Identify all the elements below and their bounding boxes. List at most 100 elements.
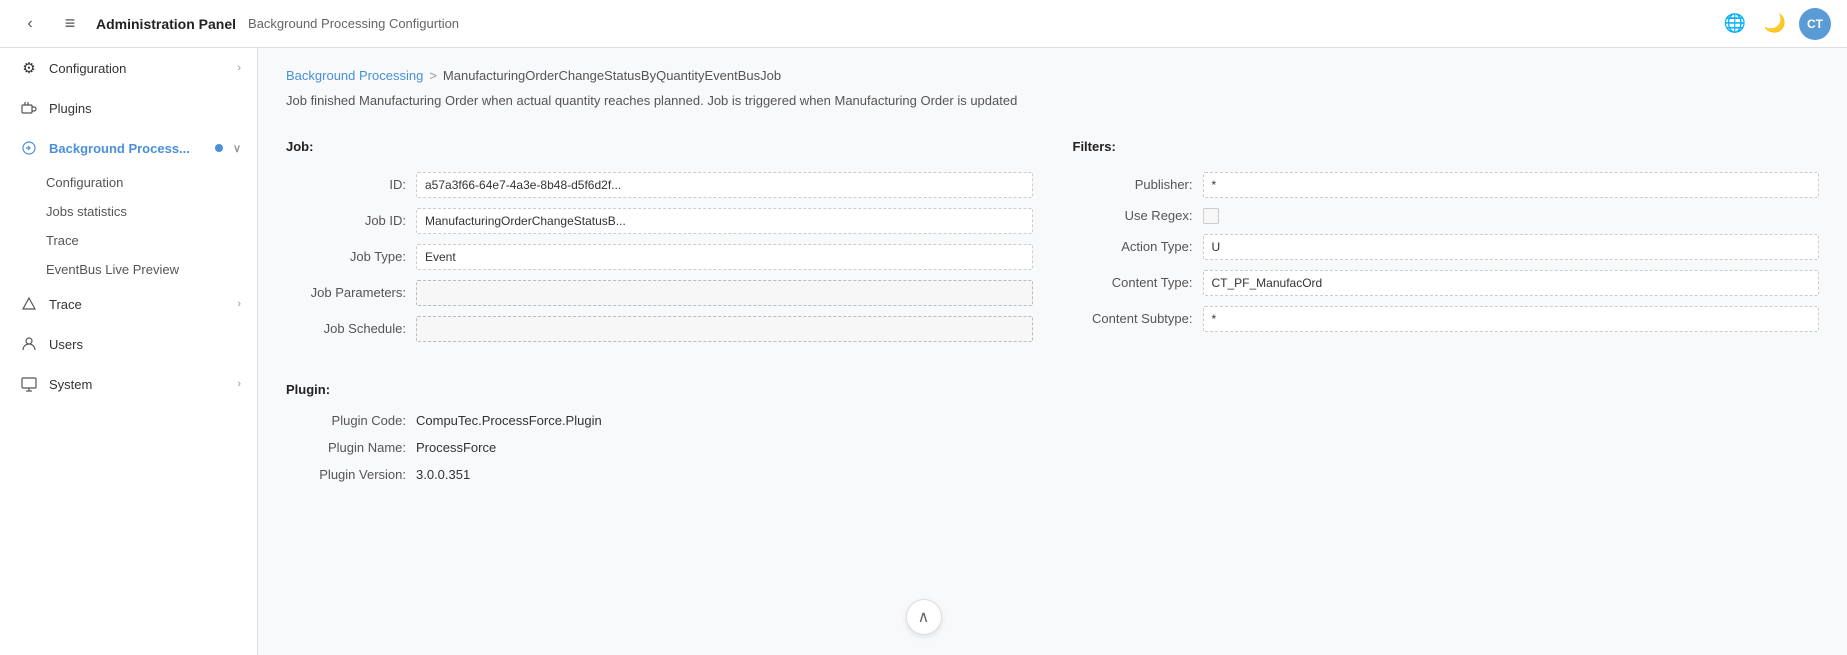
plugin-name-label: Plugin Name: xyxy=(286,440,406,455)
job-id-input[interactable]: a57a3f66-64e7-4a3e-8b48-d5f6d2f... xyxy=(416,172,1033,198)
system-icon xyxy=(19,374,39,394)
sidebar-item-system[interactable]: System › xyxy=(0,364,257,404)
chevron-right-icon: › xyxy=(237,298,241,310)
plugin-version-row: Plugin Version: 3.0.0.351 xyxy=(286,467,1819,482)
filter-regex-checkbox[interactable] xyxy=(1203,208,1219,224)
filter-action-value: U xyxy=(1203,234,1820,260)
sidebar-item-trace[interactable]: Trace › xyxy=(0,284,257,324)
job-id-label: ID: xyxy=(286,177,406,192)
filter-regex-label: Use Regex: xyxy=(1073,208,1193,223)
sidebar-label-configuration: Configuration xyxy=(49,61,227,76)
topbar: ‹ ≡ Administration Panel Background Proc… xyxy=(0,0,1847,48)
breadcrumb-current: ManufacturingOrderChangeStatusByQuantity… xyxy=(443,68,781,83)
job-type-input[interactable]: Event xyxy=(416,244,1033,270)
filter-content-type-value: CT_PF_ManufacOrd xyxy=(1203,270,1820,296)
sidebar-item-plugins[interactable]: Plugins xyxy=(0,88,257,128)
sidebar: ⚙ Configuration › Plugins Background Pro… xyxy=(0,48,258,655)
sidebar-subitem-configuration[interactable]: Configuration xyxy=(46,168,257,197)
filter-regex-value xyxy=(1203,208,1820,224)
background-processing-icon xyxy=(19,138,39,158)
sidebar-label-background-processing: Background Process... xyxy=(49,141,205,156)
job-jobid-value: ManufacturingOrderChangeStatusB... xyxy=(416,208,1033,234)
plugin-code-value: CompuTec.ProcessForce.Plugin xyxy=(416,413,602,428)
active-dot xyxy=(215,144,223,152)
main-content: Background Processing > ManufacturingOrd… xyxy=(258,48,1847,655)
job-params-label: Job Parameters: xyxy=(286,285,406,300)
breadcrumb-link[interactable]: Background Processing xyxy=(286,68,423,83)
users-icon xyxy=(19,334,39,354)
sidebar-item-background-processing[interactable]: Background Process... ∨ xyxy=(0,128,257,168)
configuration-icon: ⚙ xyxy=(19,58,39,78)
topbar-icons: 🌐 🌙 CT xyxy=(1719,8,1831,40)
moon-icon: 🌙 xyxy=(1764,13,1786,34)
sidebar-item-configuration[interactable]: ⚙ Configuration › xyxy=(0,48,257,88)
breadcrumb-separator: > xyxy=(429,68,437,83)
filter-content-subtype-value: * xyxy=(1203,306,1820,332)
sidebar-subitem-trace[interactable]: Trace xyxy=(46,226,257,255)
plugin-name-value: ProcessForce xyxy=(416,440,496,455)
sidebar-label-plugins: Plugins xyxy=(49,101,241,116)
job-id-value: a57a3f66-64e7-4a3e-8b48-d5f6d2f... xyxy=(416,172,1033,198)
filter-content-subtype-row: Content Subtype: * xyxy=(1073,306,1820,332)
job-schedule-row: Job Schedule: xyxy=(286,316,1033,342)
filter-action-input[interactable]: U xyxy=(1203,234,1820,260)
back-button[interactable]: ‹ xyxy=(16,10,44,38)
menu-button[interactable]: ≡ xyxy=(56,10,84,38)
sidebar-label-trace: Trace xyxy=(49,297,227,312)
plugin-version-label: Plugin Version: xyxy=(286,467,406,482)
sidebar-item-users[interactable]: Users xyxy=(0,324,257,364)
page-description: Job finished Manufacturing Order when ac… xyxy=(286,91,1819,111)
breadcrumb: Background Processing > ManufacturingOrd… xyxy=(286,68,1819,83)
job-schedule-input[interactable] xyxy=(416,316,1033,342)
filter-content-type-input[interactable]: CT_PF_ManufacOrd xyxy=(1203,270,1820,296)
sidebar-label-users: Users xyxy=(49,337,241,352)
filter-publisher-label: Publisher: xyxy=(1073,177,1193,192)
plugin-version-value: 3.0.0.351 xyxy=(416,467,470,482)
job-id-row: ID: a57a3f66-64e7-4a3e-8b48-d5f6d2f... xyxy=(286,172,1033,198)
globe-button[interactable]: 🌐 xyxy=(1719,8,1751,40)
sidebar-subitem-eventbus-live-preview[interactable]: EventBus Live Preview xyxy=(46,255,257,284)
job-schedule-value xyxy=(416,316,1033,342)
filter-action-label: Action Type: xyxy=(1073,239,1193,254)
job-type-value: Event xyxy=(416,244,1033,270)
job-filters-sections: Job: ID: a57a3f66-64e7-4a3e-8b48-d5f6d2f… xyxy=(286,139,1819,352)
filter-content-subtype-input[interactable]: * xyxy=(1203,306,1820,332)
job-type-label: Job Type: xyxy=(286,249,406,264)
job-params-input[interactable] xyxy=(416,280,1033,306)
plugins-icon xyxy=(19,98,39,118)
background-processing-submenu: Configuration Jobs statistics Trace Even… xyxy=(0,168,257,284)
back-icon: ‹ xyxy=(27,15,32,33)
plugin-section-title: Plugin: xyxy=(286,382,1819,397)
filters-section-title: Filters: xyxy=(1073,139,1820,154)
app-title: Administration Panel xyxy=(96,16,236,32)
filter-content-type-row: Content Type: CT_PF_ManufacOrd xyxy=(1073,270,1820,296)
filter-publisher-value: * xyxy=(1203,172,1820,198)
job-jobid-label: Job ID: xyxy=(286,213,406,228)
filter-regex-row: Use Regex: xyxy=(1073,208,1820,224)
sidebar-subitem-jobs-statistics[interactable]: Jobs statistics xyxy=(46,197,257,226)
user-avatar[interactable]: CT xyxy=(1799,8,1831,40)
plugin-section: Plugin: Plugin Code: CompuTec.ProcessFor… xyxy=(286,382,1819,482)
theme-button[interactable]: 🌙 xyxy=(1759,8,1791,40)
page-subtitle: Background Processing Configurtion xyxy=(248,16,459,31)
plugin-code-label: Plugin Code: xyxy=(286,413,406,428)
chevron-down-icon: ∨ xyxy=(233,142,241,155)
filters-section: Filters: Publisher: * Use Regex: xyxy=(1073,139,1820,352)
globe-icon: 🌐 xyxy=(1724,13,1746,34)
job-params-row: Job Parameters: xyxy=(286,280,1033,306)
trace-icon xyxy=(19,294,39,314)
job-section-title: Job: xyxy=(286,139,1033,154)
filter-content-subtype-label: Content Subtype: xyxy=(1073,311,1193,326)
plugin-code-row: Plugin Code: CompuTec.ProcessForce.Plugi… xyxy=(286,413,1819,428)
job-jobid-input[interactable]: ManufacturingOrderChangeStatusB... xyxy=(416,208,1033,234)
scroll-to-top-button[interactable]: ∧ xyxy=(906,599,942,635)
job-jobid-row: Job ID: ManufacturingOrderChangeStatusB.… xyxy=(286,208,1033,234)
job-type-row: Job Type: Event xyxy=(286,244,1033,270)
job-schedule-label: Job Schedule: xyxy=(286,321,406,336)
chevron-icon-system: › xyxy=(237,378,241,390)
job-section: Job: ID: a57a3f66-64e7-4a3e-8b48-d5f6d2f… xyxy=(286,139,1033,352)
menu-icon: ≡ xyxy=(65,13,76,34)
filter-publisher-input[interactable]: * xyxy=(1203,172,1820,198)
chevron-up-icon: ∧ xyxy=(918,607,930,627)
plugin-name-row: Plugin Name: ProcessForce xyxy=(286,440,1819,455)
